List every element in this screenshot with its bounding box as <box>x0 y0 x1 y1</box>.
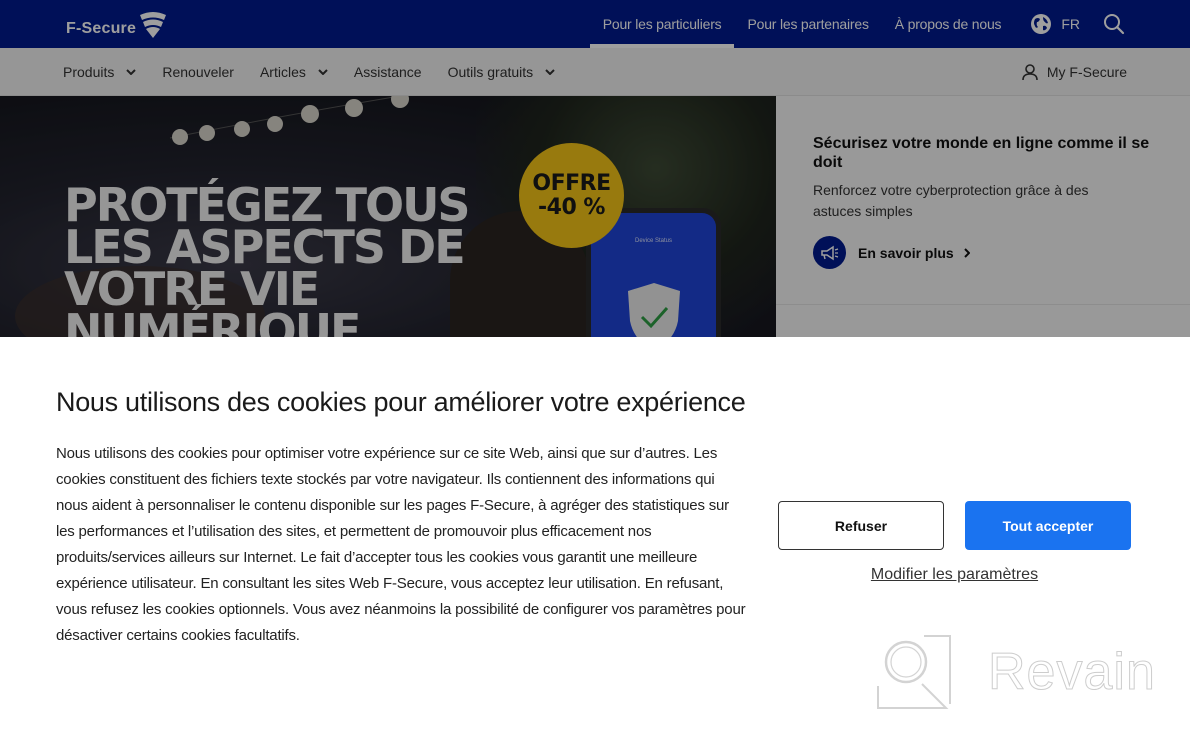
modal-backdrop[interactable] <box>0 0 1190 337</box>
revain-watermark-text: Revain <box>988 643 1156 702</box>
modify-settings-link[interactable]: Modifier les paramètres <box>778 566 1131 584</box>
revain-logo-icon <box>877 635 951 709</box>
cookie-banner-title: Nous utilisons des cookies pour améliore… <box>56 387 746 417</box>
accept-all-button[interactable]: Tout accepter <box>965 501 1131 550</box>
cookie-banner-description: Nous utilisons des cookies pour optimise… <box>56 445 746 644</box>
refuse-button[interactable]: Refuser <box>778 501 944 550</box>
cookie-consent-banner: Nous utilisons des cookies pour améliore… <box>0 337 1190 743</box>
revain-watermark: Revain <box>876 634 1156 710</box>
